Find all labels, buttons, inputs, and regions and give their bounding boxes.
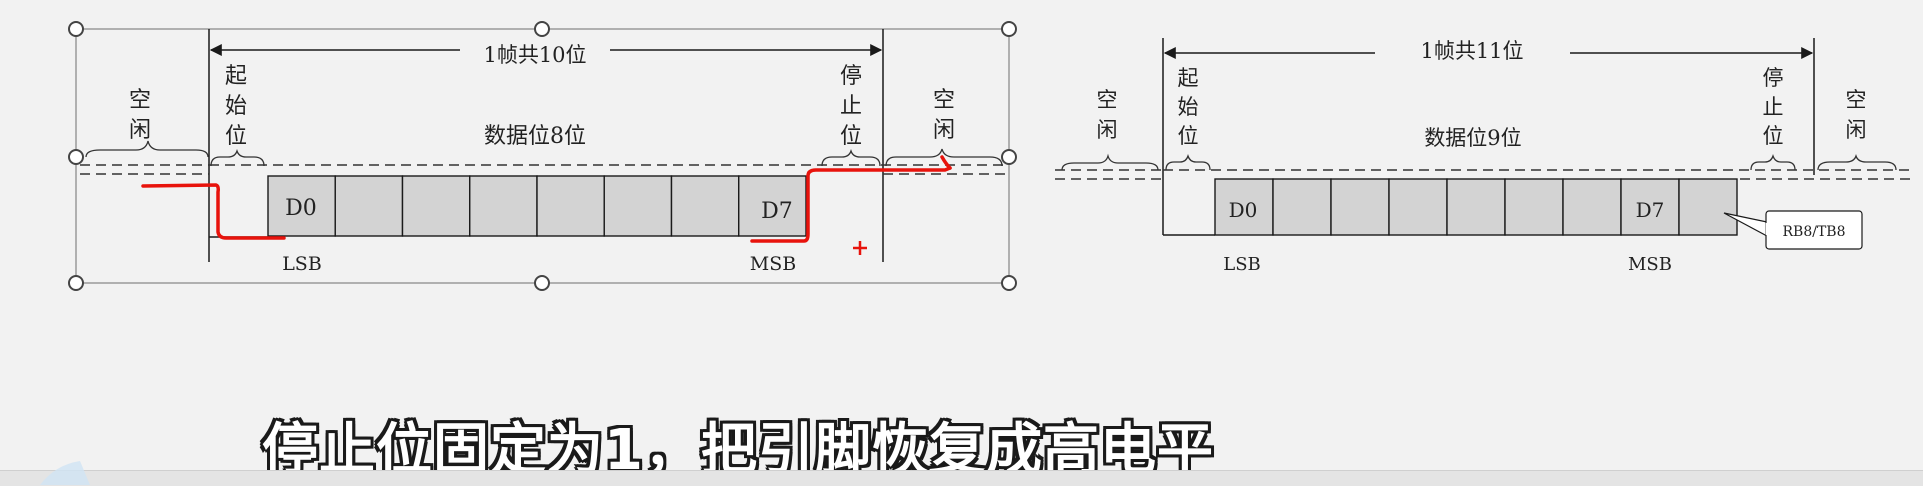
idle-label-left: 空闲: [129, 88, 151, 143]
start-bit-label: 起始位: [225, 64, 247, 149]
data-bit-cell: [1272, 178, 1332, 236]
start-bit-brace: [210, 148, 265, 167]
resize-handle-e[interactable]: [1001, 149, 1017, 165]
stop-bit-label: 停止位: [1763, 66, 1784, 148]
start-char: 位: [225, 124, 247, 149]
cell-label-d7: D7: [761, 199, 793, 224]
callout-label: RB8/TB8: [1783, 224, 1846, 240]
red-signal-annotation: [141, 183, 286, 240]
start-bit-label: 起始位: [1178, 66, 1199, 148]
stop-bit-label: 停止位: [840, 64, 862, 149]
data-bit-cell: [1562, 178, 1622, 236]
idle-brace: [1061, 153, 1159, 171]
selection-box[interactable]: [75, 28, 1010, 284]
idle-char: 闲: [933, 118, 955, 143]
start-char: 始: [225, 94, 247, 119]
idle-char: 闲: [1097, 118, 1118, 142]
stop-char: 停: [840, 64, 862, 89]
lsb-label: LSB: [1223, 254, 1261, 275]
idle-char: 空: [129, 88, 151, 113]
cursor-crosshair-icon: [853, 241, 867, 255]
idle-brace: [1817, 153, 1897, 171]
idle-label-right: 空闲: [933, 88, 955, 143]
resize-handle-se[interactable]: [1001, 275, 1017, 291]
idle-char: 闲: [129, 118, 151, 143]
start-char: 起: [225, 64, 247, 89]
stop-char: 止: [1763, 95, 1784, 119]
stop-char: 停: [1763, 66, 1784, 90]
data-bits-label: 数据位9位: [1424, 126, 1521, 150]
data-bit-cell: [536, 175, 605, 237]
resize-handle-nw[interactable]: [68, 21, 84, 37]
watermark-shape: [40, 461, 90, 485]
data-bit-cell: [670, 175, 740, 237]
stop-bit-brace: [1750, 153, 1796, 171]
cell-label-d7: D7: [1636, 198, 1665, 222]
corner-watermark: [40, 461, 90, 485]
data-bit-cell: [469, 175, 538, 237]
stop-char: 位: [1763, 124, 1784, 148]
idle-char: 空: [1097, 88, 1118, 112]
data-bit-cell: [334, 175, 404, 237]
resize-handle-ne[interactable]: [1001, 21, 1017, 37]
msb-label: MSB: [750, 253, 796, 275]
resize-handle-n[interactable]: [534, 21, 550, 37]
stop-bit-brace: [821, 148, 881, 167]
resize-handle-w[interactable]: [68, 149, 84, 165]
data-bit-cell: [1446, 178, 1506, 236]
frame-length-label: 1帧共10位: [483, 43, 586, 67]
idle-char: 闲: [1846, 118, 1867, 142]
data-bit-cell: [603, 175, 673, 237]
stop-char: 止: [840, 94, 862, 119]
start-char: 位: [1178, 124, 1199, 148]
data-bit-cell: [1388, 178, 1448, 236]
start-bit-brace: [1165, 153, 1211, 171]
idle-brace: [85, 140, 209, 158]
player-bottom-bar: [0, 470, 1923, 486]
lsb-label: LSB: [282, 253, 322, 275]
data-bit-cell: [1330, 178, 1390, 236]
left-frame-diagram: 1帧共10位 D0 D7 空闲 起始位 数据位8位 停止位 空闲 LSB MSB: [68, 21, 1017, 291]
frame-length-label: 1帧共11位: [1420, 39, 1523, 63]
right-frame-diagram: 1帧共11位 D0 D7 空闲 起始位 数据位9位 停止位 空闲 LSB MSB: [1055, 38, 1910, 275]
cell-label-d0: D0: [285, 196, 317, 221]
data-bit-cell: [1504, 178, 1564, 236]
idle-label-right: 空闲: [1846, 88, 1867, 142]
msb-label: MSB: [1628, 254, 1672, 275]
red-signal-annotation: [940, 155, 952, 170]
idle-char: 空: [933, 88, 955, 113]
stop-char: 位: [840, 124, 862, 149]
data-bit-cell: [1678, 178, 1738, 236]
data-bits-label: 数据位8位: [484, 124, 586, 149]
start-char: 起: [1178, 66, 1199, 90]
data-bit-cell: [401, 175, 471, 237]
idle-char: 空: [1846, 88, 1867, 112]
idle-label-left: 空闲: [1097, 88, 1118, 142]
resize-handle-sw[interactable]: [68, 275, 84, 291]
cell-label-d0: D0: [1229, 198, 1258, 222]
data-cells: [267, 175, 807, 237]
start-char: 始: [1178, 95, 1199, 119]
resize-handle-s[interactable]: [534, 275, 550, 291]
